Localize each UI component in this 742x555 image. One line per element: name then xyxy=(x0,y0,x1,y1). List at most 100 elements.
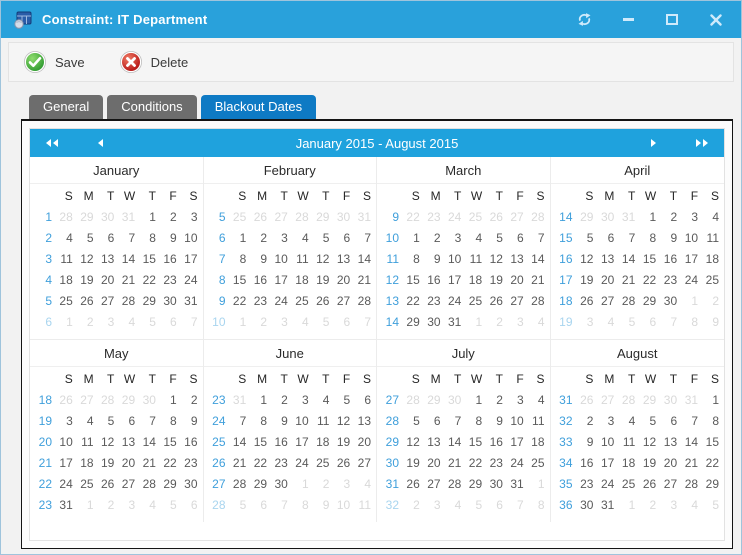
day-cell[interactable]: 18 xyxy=(57,270,78,291)
day-cell[interactable]: 7 xyxy=(619,228,640,249)
day-cell[interactable]: 3 xyxy=(446,228,467,249)
day-cell[interactable]: 7 xyxy=(355,312,376,333)
day-cell[interactable]: 31 xyxy=(598,495,619,516)
day-cell[interactable]: 9 xyxy=(314,495,335,516)
day-cell[interactable]: 6 xyxy=(161,312,182,333)
day-cell[interactable]: 25 xyxy=(57,291,78,312)
day-cell[interactable]: 10 xyxy=(57,432,78,453)
day-cell[interactable]: 29 xyxy=(161,474,182,495)
day-cell[interactable]: 28 xyxy=(619,390,640,411)
tab-general[interactable]: General xyxy=(29,95,103,119)
day-cell[interactable]: 2 xyxy=(99,495,120,516)
day-cell[interactable]: 27 xyxy=(425,474,446,495)
day-cell[interactable]: 6 xyxy=(640,312,661,333)
day-cell[interactable]: 20 xyxy=(355,432,376,453)
day-cell[interactable]: 2 xyxy=(78,312,99,333)
day-cell[interactable]: 17 xyxy=(446,270,467,291)
day-cell[interactable]: 30 xyxy=(272,474,293,495)
day-cell[interactable]: 8 xyxy=(529,495,550,516)
day-cell[interactable]: 5 xyxy=(578,228,599,249)
day-cell[interactable]: 30 xyxy=(487,474,508,495)
day-cell[interactable]: 3 xyxy=(598,411,619,432)
day-cell[interactable]: 22 xyxy=(404,207,425,228)
day-cell[interactable]: 2 xyxy=(314,474,335,495)
day-cell[interactable]: 7 xyxy=(508,495,529,516)
day-cell[interactable]: 25 xyxy=(703,270,724,291)
day-cell[interactable]: 22 xyxy=(404,291,425,312)
day-cell[interactable]: 22 xyxy=(140,270,161,291)
day-cell[interactable]: 6 xyxy=(355,390,376,411)
day-cell[interactable]: 25 xyxy=(293,291,314,312)
day-cell[interactable]: 4 xyxy=(78,411,99,432)
day-cell[interactable]: 21 xyxy=(140,453,161,474)
day-cell[interactable]: 11 xyxy=(703,228,724,249)
day-cell[interactable]: 4 xyxy=(314,390,335,411)
day-cell[interactable]: 24 xyxy=(598,474,619,495)
day-cell[interactable]: 6 xyxy=(425,411,446,432)
day-cell[interactable]: 8 xyxy=(231,249,252,270)
day-cell[interactable]: 28 xyxy=(446,474,467,495)
day-cell[interactable]: 1 xyxy=(682,291,703,312)
day-cell[interactable]: 25 xyxy=(231,207,252,228)
day-cell[interactable]: 7 xyxy=(231,411,252,432)
day-cell[interactable]: 9 xyxy=(703,312,724,333)
day-cell[interactable]: 29 xyxy=(703,474,724,495)
day-cell[interactable]: 21 xyxy=(682,453,703,474)
day-cell[interactable]: 30 xyxy=(99,207,120,228)
day-cell[interactable]: 5 xyxy=(99,411,120,432)
day-cell[interactable]: 11 xyxy=(57,249,78,270)
day-cell[interactable]: 18 xyxy=(78,453,99,474)
day-cell[interactable]: 19 xyxy=(314,270,335,291)
day-cell[interactable]: 22 xyxy=(251,453,272,474)
day-cell[interactable]: 15 xyxy=(640,249,661,270)
day-cell[interactable]: 7 xyxy=(682,411,703,432)
day-cell[interactable]: 4 xyxy=(703,207,724,228)
day-cell[interactable]: 20 xyxy=(425,453,446,474)
day-cell[interactable]: 9 xyxy=(425,249,446,270)
day-cell[interactable]: 9 xyxy=(272,411,293,432)
day-cell[interactable]: 19 xyxy=(99,453,120,474)
day-cell[interactable]: 18 xyxy=(529,432,550,453)
day-cell[interactable]: 1 xyxy=(404,228,425,249)
day-cell[interactable]: 5 xyxy=(640,411,661,432)
day-cell[interactable]: 5 xyxy=(314,312,335,333)
day-cell[interactable]: 11 xyxy=(619,432,640,453)
day-cell[interactable]: 26 xyxy=(57,390,78,411)
day-cell[interactable]: 30 xyxy=(598,207,619,228)
day-cell[interactable]: 3 xyxy=(682,207,703,228)
day-cell[interactable]: 4 xyxy=(529,312,550,333)
day-cell[interactable]: 25 xyxy=(466,291,487,312)
day-cell[interactable]: 8 xyxy=(293,495,314,516)
day-cell[interactable]: 22 xyxy=(640,270,661,291)
day-cell[interactable]: 12 xyxy=(640,432,661,453)
delete-button[interactable]: Delete xyxy=(119,50,189,74)
day-cell[interactable]: 4 xyxy=(529,390,550,411)
day-cell[interactable]: 1 xyxy=(640,207,661,228)
maximize-icon[interactable] xyxy=(663,11,681,29)
day-cell[interactable]: 23 xyxy=(182,453,203,474)
day-cell[interactable]: 23 xyxy=(661,270,682,291)
day-cell[interactable]: 30 xyxy=(578,495,599,516)
day-cell[interactable]: 6 xyxy=(661,411,682,432)
day-cell[interactable]: 5 xyxy=(466,495,487,516)
fast-previous-icon[interactable] xyxy=(44,134,60,152)
day-cell[interactable]: 6 xyxy=(119,411,140,432)
day-cell[interactable]: 24 xyxy=(57,474,78,495)
day-cell[interactable]: 23 xyxy=(578,474,599,495)
day-cell[interactable]: 27 xyxy=(119,474,140,495)
day-cell[interactable]: 29 xyxy=(466,474,487,495)
day-cell[interactable]: 31 xyxy=(446,312,467,333)
day-cell[interactable]: 24 xyxy=(182,270,203,291)
day-cell[interactable]: 30 xyxy=(661,291,682,312)
day-cell[interactable]: 20 xyxy=(661,453,682,474)
day-cell[interactable]: 19 xyxy=(334,432,355,453)
day-cell[interactable]: 22 xyxy=(231,291,252,312)
day-cell[interactable]: 31 xyxy=(57,495,78,516)
day-cell[interactable]: 2 xyxy=(251,228,272,249)
day-cell[interactable]: 6 xyxy=(487,495,508,516)
day-cell[interactable]: 30 xyxy=(182,474,203,495)
day-cell[interactable]: 28 xyxy=(619,291,640,312)
day-cell[interactable]: 12 xyxy=(404,432,425,453)
day-cell[interactable]: 29 xyxy=(140,291,161,312)
day-cell[interactable]: 13 xyxy=(598,249,619,270)
